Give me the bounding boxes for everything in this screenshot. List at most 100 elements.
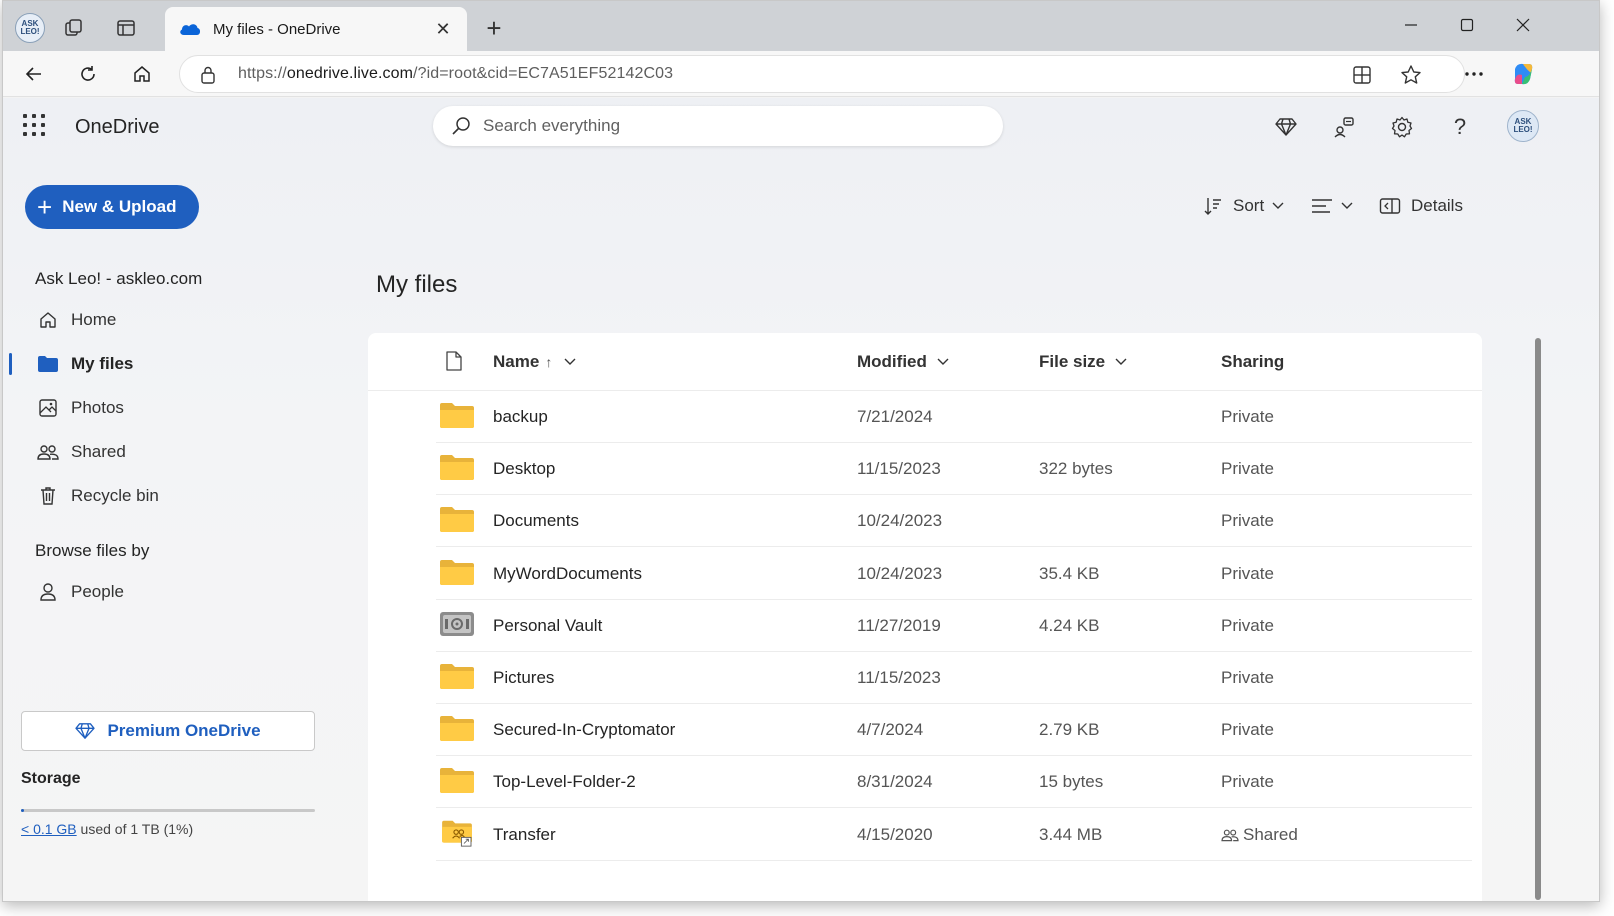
column-sharing[interactable]: Sharing [1221, 352, 1284, 372]
file-type-icon[interactable] [446, 351, 462, 371]
sort-label: Sort [1233, 196, 1265, 215]
sidebar-item-label: Recycle bin [71, 486, 159, 505]
refresh-icon[interactable] [73, 59, 103, 89]
file-size: 3.44 MB [1039, 824, 1103, 844]
active-indicator [9, 353, 12, 375]
file-sharing[interactable]: Shared [1221, 825, 1298, 845]
column-file-size[interactable]: File size [1039, 352, 1127, 372]
share-feedback-icon[interactable] [1329, 112, 1359, 142]
home-browser-icon[interactable] [127, 59, 157, 89]
sort-button[interactable]: Sort [1203, 194, 1284, 218]
view-options-button[interactable] [1311, 194, 1353, 218]
home-icon [37, 309, 59, 331]
more-options-icon[interactable] [1459, 59, 1489, 89]
table-row[interactable]: Pictures 11/15/2023 Private [436, 652, 1472, 704]
file-name[interactable]: Desktop [493, 459, 555, 479]
file-name[interactable]: Personal Vault [493, 616, 602, 636]
sidebar-item-people[interactable]: People [33, 574, 323, 610]
file-name[interactable]: Transfer [493, 825, 556, 845]
table-row[interactable]: MyWordDocuments 10/24/2023 35.4 KB Private [436, 548, 1472, 600]
file-modified: 7/21/2024 [857, 407, 933, 426]
tab-onedrive[interactable]: My files - OneDrive ✕ [165, 7, 467, 51]
maximize-icon[interactable] [1447, 11, 1487, 39]
scrollbar[interactable] [1535, 338, 1541, 900]
column-name[interactable]: Name ↑ [493, 352, 576, 372]
file-size: 15 bytes [1039, 772, 1104, 792]
lock-icon[interactable] [200, 66, 216, 84]
help-icon[interactable]: ? [1445, 112, 1475, 142]
sidebar-item-recycle-bin[interactable]: Recycle bin [33, 478, 323, 514]
table-row[interactable]: Secured-In-Cryptomator 4/7/2024 2.79 KB Pri… [436, 704, 1472, 757]
browser-profile-icon[interactable]: ASK LEO! [15, 13, 45, 43]
column-modified[interactable]: Modified [857, 352, 949, 372]
table-row[interactable]: Desktop 11/15/2023 322 bytes Private [436, 443, 1472, 496]
file-sharing: Private [1221, 459, 1274, 479]
workspaces-icon[interactable] [59, 13, 89, 43]
file-modified: 11/15/2023 [857, 668, 941, 687]
new-upload-button[interactable]: + New & Upload [25, 185, 199, 229]
avatar[interactable]: ASK LEO! [1507, 110, 1539, 142]
file-sharing: Private [1221, 720, 1274, 740]
copilot-icon[interactable] [1509, 59, 1539, 89]
favorite-star-icon[interactable] [1400, 64, 1422, 86]
file-sharing-label: Shared [1243, 824, 1298, 844]
settings-gear-icon[interactable] [1387, 112, 1417, 142]
tab-strip: ASK LEO! My files - OneDrive ✕ + [3, 1, 1599, 51]
new-upload-label: New & Upload [62, 197, 177, 216]
file-sharing: Private [1221, 407, 1274, 426]
table-row[interactable]: Transfer 4/15/2020 3.44 MB Shared [436, 809, 1472, 861]
sidebar-item-label: My files [71, 354, 134, 373]
table-row[interactable]: backup 7/21/2024 Private [436, 391, 1472, 443]
sidebar-item-label: Home [71, 310, 117, 329]
file-list: Name ↑ Modified File size Sharing backup… [368, 333, 1482, 901]
back-icon[interactable] [19, 59, 49, 89]
sidebar-item-label: Shared [71, 442, 126, 461]
search-box[interactable] [433, 106, 1003, 146]
table-row[interactable]: Top-Level-Folder-2 8/31/2024 15 bytes Priva… [436, 756, 1472, 809]
file-name[interactable]: Top-Level-Folder-2 [493, 772, 636, 792]
vertical-tabs-icon[interactable] [111, 13, 141, 43]
sort-icon [1203, 196, 1223, 216]
table-row[interactable]: Personal Vault 11/27/2019 4.24 KB Private [436, 600, 1472, 652]
details-button[interactable]: Details [1379, 194, 1463, 218]
photo-icon [37, 397, 59, 419]
premium-onedrive-button[interactable]: Premium OneDrive [21, 711, 315, 751]
app-available-icon[interactable] [1352, 65, 1372, 85]
column-sharing-label: Sharing [1221, 352, 1285, 371]
file-modified: 11/15/2023 [857, 459, 941, 479]
onedrive-cloud-icon [179, 22, 201, 36]
storage-used-link[interactable]: < 0.1 GB [21, 821, 77, 837]
onedrive-app: OneDrive ? ASK LEO! + New & Upload Ask L… [3, 98, 1599, 901]
file-name[interactable]: Documents [493, 511, 579, 531]
close-window-icon[interactable] [1503, 11, 1543, 39]
column-name-label: Name [493, 352, 540, 371]
account-heading: Ask Leo! - askleo.com [35, 269, 203, 288]
table-row[interactable]: Documents 10/24/2023 Private [436, 495, 1472, 548]
file-name[interactable]: backup [493, 407, 548, 427]
file-sharing: Private [1221, 563, 1274, 583]
file-name[interactable]: Secured-In-Cryptomator [493, 720, 675, 740]
search-input[interactable] [483, 116, 963, 136]
address-bar[interactable]: https://onedrive.live.com/?id=root&cid=E… [179, 55, 1465, 93]
app-name[interactable]: OneDrive [75, 116, 159, 139]
minimize-icon[interactable] [1391, 11, 1431, 39]
sidebar-item-shared[interactable]: Shared [33, 434, 323, 470]
file-sharing: Private [1221, 772, 1274, 792]
new-tab-icon[interactable]: + [481, 13, 507, 43]
file-name[interactable]: Pictures [493, 668, 554, 688]
premium-diamond-icon[interactable] [1271, 112, 1301, 142]
shared-people-icon [1221, 827, 1239, 843]
list-view-icon [1311, 197, 1333, 215]
list-header: Name ↑ Modified File size Sharing [368, 333, 1482, 391]
column-file-size-label: File size [1039, 352, 1106, 371]
file-name[interactable]: MyWordDocuments [493, 564, 642, 584]
chevron-down-icon [1272, 202, 1284, 210]
sidebar-item-my-files[interactable]: My files [33, 346, 323, 382]
storage-text: < 0.1 GB used of 1 TB (1%) [21, 821, 193, 837]
premium-label: Premium OneDrive [107, 721, 261, 740]
app-launcher-icon[interactable] [23, 114, 45, 136]
sidebar-item-home[interactable]: Home [33, 302, 323, 338]
close-tab-icon[interactable]: ✕ [433, 19, 453, 39]
sidebar-item-photos[interactable]: Photos [33, 390, 323, 426]
search-icon [451, 116, 471, 136]
